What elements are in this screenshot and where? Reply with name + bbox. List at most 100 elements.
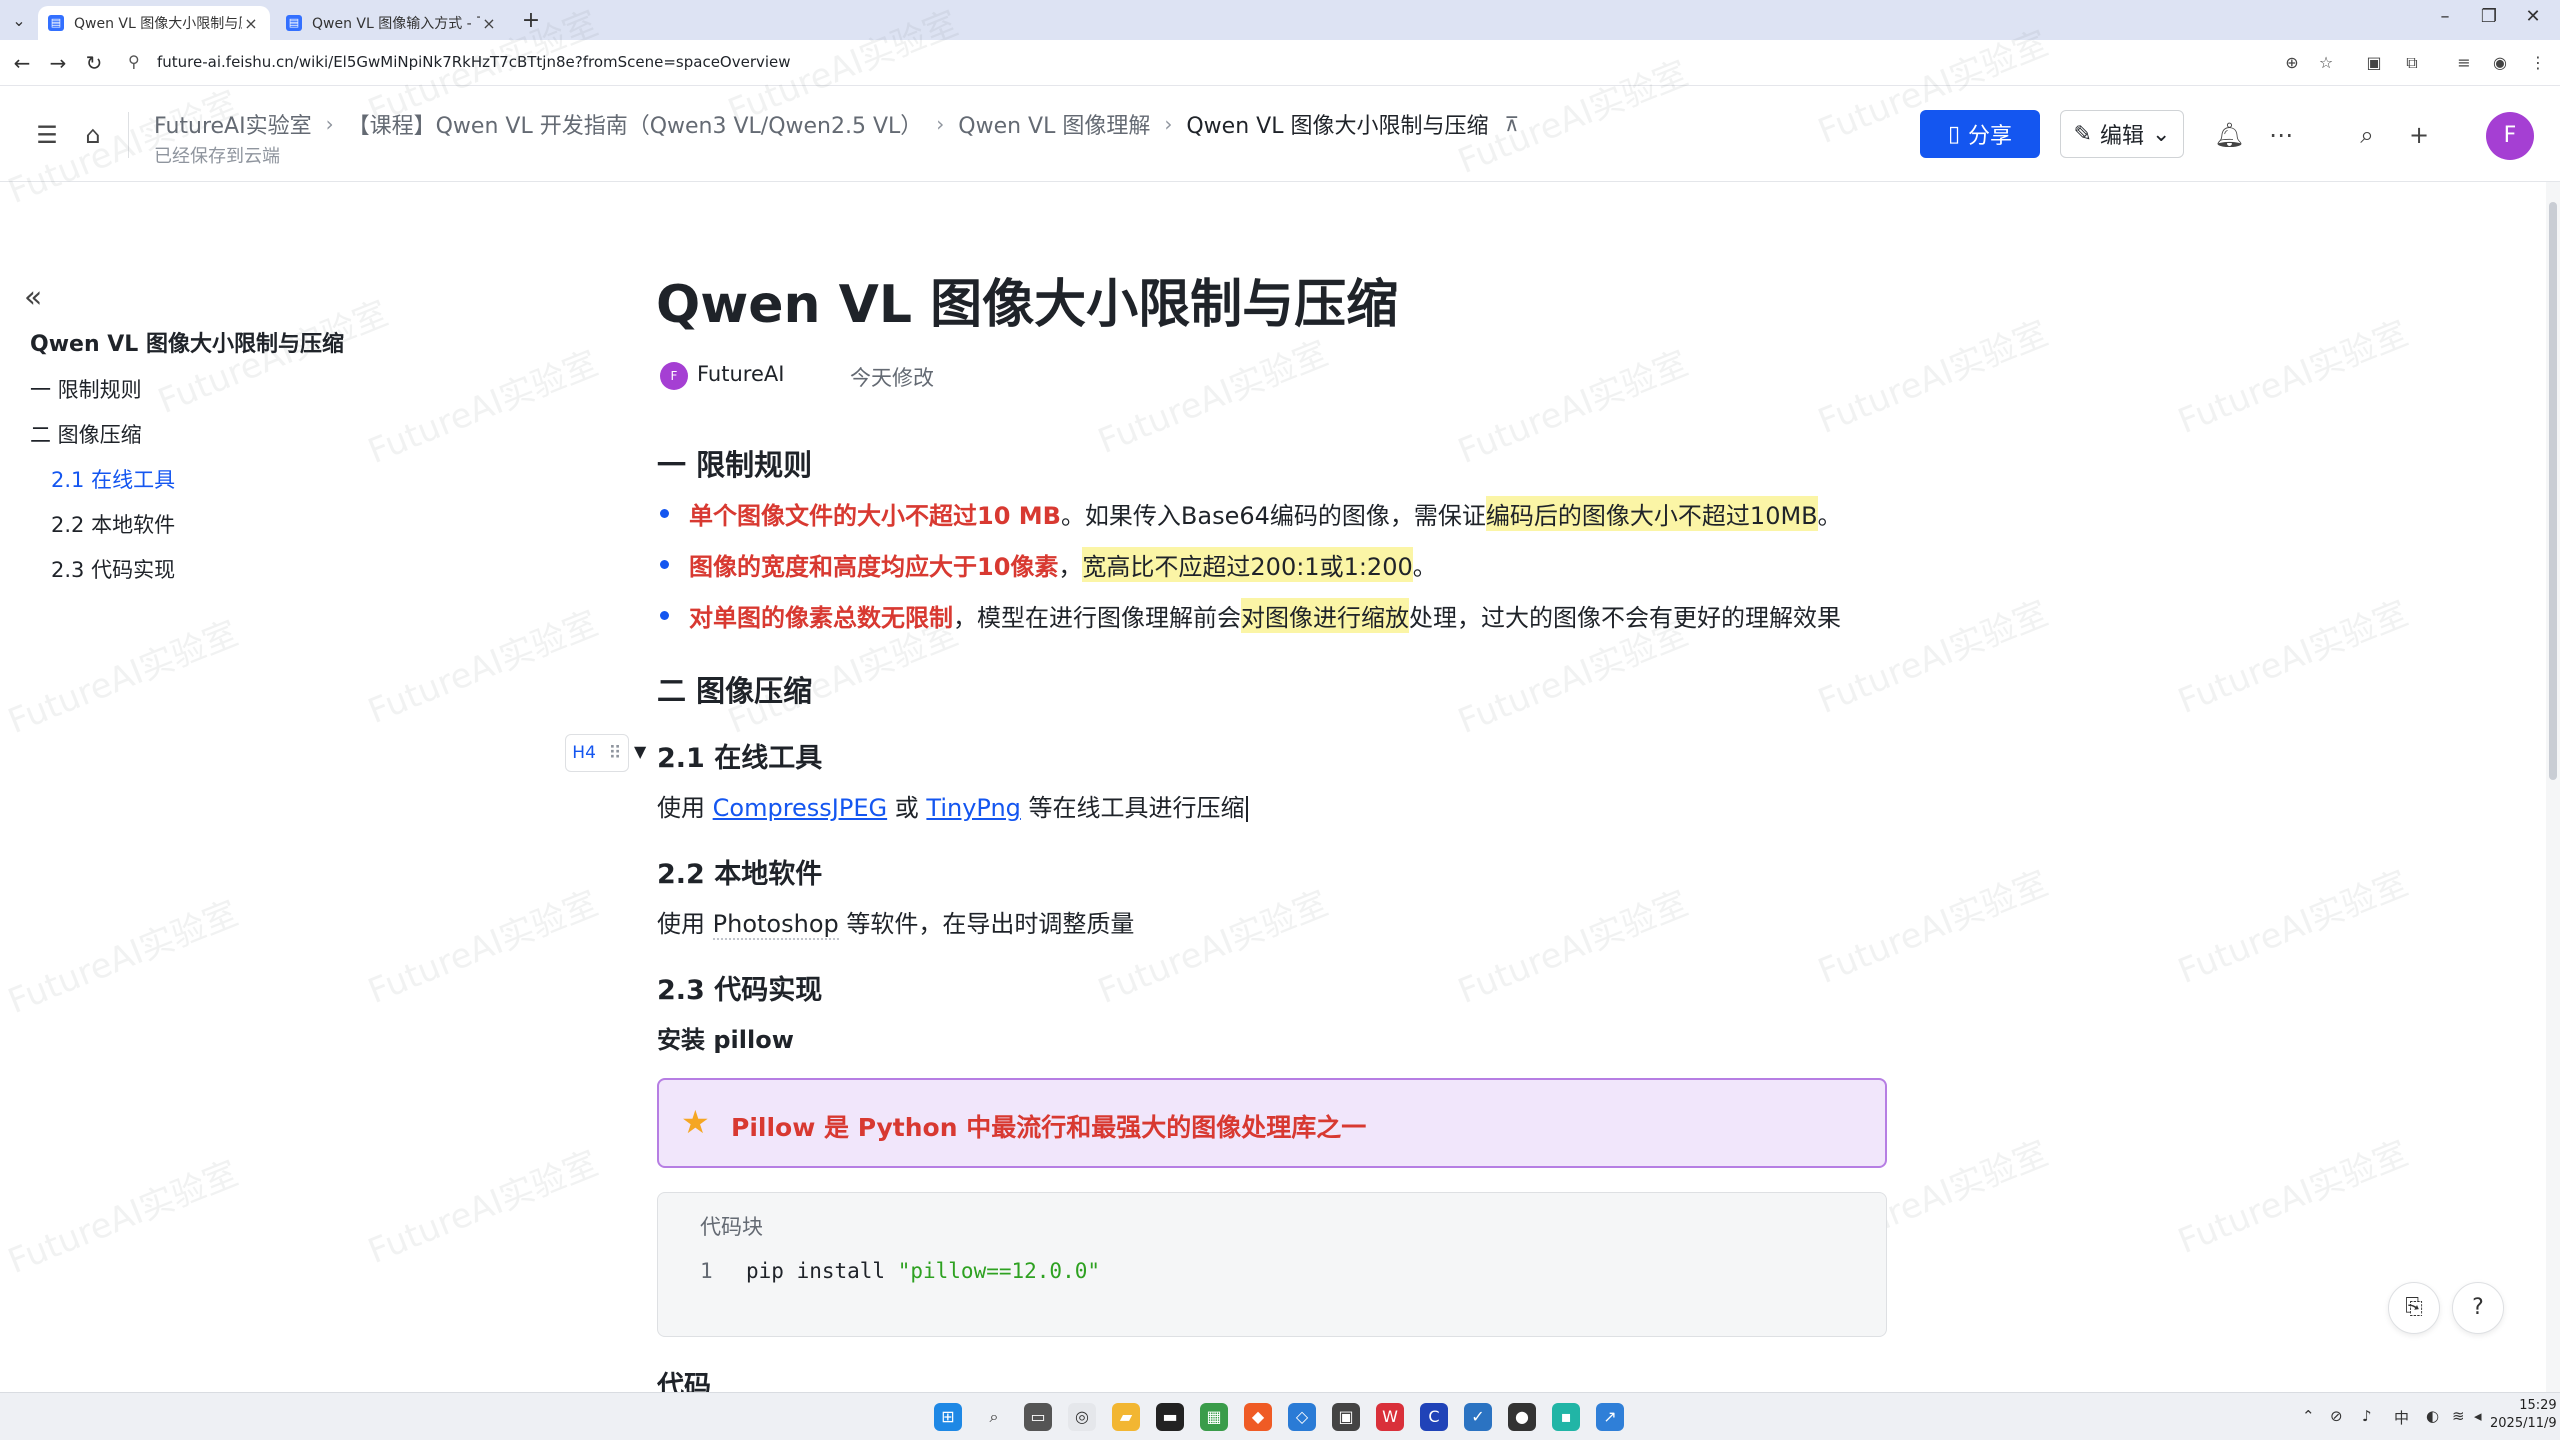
chevron-right-icon: › [936, 112, 945, 136]
app-dot-icon[interactable]: ● [1508, 1403, 1536, 1431]
window-close-icon[interactable]: ✕ [2518, 6, 2548, 27]
block-handle[interactable]: H4 ⠿ [565, 734, 629, 772]
bullet-icon [660, 611, 669, 620]
back-icon[interactable]: ← [8, 49, 36, 77]
tab-close-icon[interactable]: × [480, 14, 498, 33]
author-name[interactable]: FutureAI [697, 362, 784, 386]
tab-close-icon[interactable]: × [242, 14, 260, 33]
search-icon[interactable]: ⌕ [2352, 120, 2382, 150]
doc-info-icon[interactable]: ⎘ [2388, 1282, 2440, 1334]
windows-start-icon[interactable]: ⊞ [934, 1403, 962, 1431]
taskbar-search-icon[interactable]: ⌕ [980, 1403, 1008, 1431]
collapse-outline-icon[interactable]: « [24, 280, 42, 315]
forward-icon[interactable]: → [44, 49, 72, 77]
wifi-icon[interactable]: ≋ [2452, 1407, 2465, 1425]
media-icon[interactable]: ≡ [2452, 51, 2476, 75]
outline-item[interactable]: 2.3 代码实现 [51, 554, 175, 584]
list-item[interactable]: 对单图的像素总数无限制 ，模型在进行图像理解前会 对图像进行缩放 处理，过大的图… [660, 598, 1841, 633]
heading-online-tools[interactable]: 2.1 在线工具 [657, 736, 822, 775]
compressjpeg-link[interactable]: CompressJPEG [713, 794, 887, 822]
page-title[interactable]: Qwen VL 图像大小限制与压缩 [656, 262, 1398, 337]
input-mode-icon[interactable]: ◐ [2426, 1407, 2439, 1425]
outline-title[interactable]: Qwen VL 图像大小限制与压缩 [30, 326, 344, 358]
toggle-sidebar-icon[interactable]: ☰ [32, 120, 62, 150]
app-c-icon[interactable]: C [1420, 1403, 1448, 1431]
list-item[interactable]: 单个图像文件的大小不超过10 MB 。如果传入Base64编码的图像，需保证 编… [660, 496, 1842, 531]
code-block[interactable]: 代码块 1 pip install "pillow==12.0.0" [657, 1192, 1887, 1337]
tinypng-link[interactable]: TinyPng [926, 794, 1021, 822]
chevron-down-icon: ⌄ [2152, 121, 2171, 147]
star-icon[interactable]: ★ [681, 1106, 710, 1138]
outline-item[interactable]: 一 限制规则 [30, 374, 142, 404]
extension-icon[interactable]: ▣ [2362, 51, 2386, 75]
paragraph[interactable]: 使用 Photoshop 等软件，在导出时调整质量 [657, 904, 1134, 940]
heading-local-software[interactable]: 2.2 本地软件 [657, 852, 822, 891]
outline-item[interactable]: 二 图像压缩 [30, 419, 142, 449]
site-info-icon[interactable]: ⚲ [128, 52, 140, 71]
tray-app-icon[interactable]: ⊘ [2330, 1407, 2343, 1425]
watermark: FutureAI实验室 [362, 883, 604, 1012]
watermark: FutureAI实验室 [2172, 1133, 2414, 1262]
pin-icon[interactable]: ⊼ [1504, 112, 1519, 136]
address-bar[interactable]: future-ai.feishu.cn/wiki/El5GwMiNpiNk7Rk… [157, 53, 791, 71]
author-avatar[interactable]: F [660, 362, 688, 390]
wechat-icon[interactable]: ▣ [1332, 1403, 1360, 1431]
profile-icon[interactable]: ◉ [2488, 51, 2512, 75]
zoom-icon[interactable]: ⊕ [2280, 51, 2304, 75]
system-clock[interactable]: 15:29 2025/11/9 [2490, 1397, 2557, 1433]
code-line[interactable]: pip install "pillow==12.0.0" [746, 1259, 1100, 1283]
more-icon[interactable]: ⋯ [2266, 120, 2296, 150]
minimize-icon[interactable]: – [2430, 6, 2460, 27]
callout-block[interactable]: ★ Pillow 是 Python 中最流行和最强大的图像处理库之一 [657, 1078, 1887, 1168]
restore-icon[interactable]: ❐ [2474, 6, 2504, 27]
paragraph[interactable]: 使用 CompressJPEG 或 TinyPng 等在线工具进行压缩 [657, 788, 1248, 823]
edit-mode-button[interactable]: ✎ 编辑 ⌄ [2060, 110, 2184, 158]
tray-chevron-icon[interactable]: ⌃ [2302, 1407, 2315, 1425]
terminal-icon[interactable]: ▬ [1156, 1403, 1184, 1431]
app-arrow-icon[interactable]: ↗ [1596, 1403, 1624, 1431]
postman-icon[interactable]: ◆ [1244, 1403, 1272, 1431]
breadcrumb-item[interactable]: 【课程】Qwen VL 开发指南（Qwen3 VL/Qwen2.5 VL） [348, 108, 923, 140]
bell-icon[interactable]: 🔔︎ [2214, 120, 2244, 150]
volume-icon[interactable]: ◂ [2474, 1407, 2482, 1425]
breadcrumb-item[interactable]: Qwen VL 图像理解 [958, 108, 1150, 140]
microphone-icon[interactable]: ♪ [2362, 1407, 2372, 1425]
heading-code[interactable]: 2.3 代码实现 [657, 968, 822, 1007]
browser-menu-icon[interactable]: ⋮ [2526, 51, 2550, 75]
fold-triangle-icon[interactable]: ▼ [634, 742, 646, 761]
heading-section-1[interactable]: 一 限制规则 [657, 442, 812, 484]
paragraph-text: 等在线工具进行压缩 [1020, 794, 1245, 822]
wps-icon[interactable]: W [1376, 1403, 1404, 1431]
ime-indicator[interactable]: 中 [2394, 1407, 2409, 1428]
bookmark-star-icon[interactable]: ☆ [2314, 51, 2338, 75]
heading-section-2[interactable]: 二 图像压缩 [657, 668, 812, 710]
tab-title: Qwen VL 图像大小限制与压缩 [74, 16, 242, 32]
share-button[interactable]: ▯ 分享 [1920, 110, 2040, 158]
new-tab-button[interactable]: + [518, 8, 544, 33]
task-view-icon[interactable]: ▭ [1024, 1403, 1052, 1431]
app-v-icon[interactable]: ✓ [1464, 1403, 1492, 1431]
drag-handle-icon[interactable]: ⠿ [609, 743, 622, 764]
breadcrumb-item[interactable]: FutureAI实验室 [154, 108, 312, 140]
list-text: 。如果传入Base64编码的图像，需保证 [1060, 502, 1486, 530]
heading-install-pillow[interactable]: 安装 pillow [657, 1020, 794, 1055]
add-icon[interactable]: + [2404, 120, 2434, 150]
file-explorer-icon[interactable]: ▰ [1112, 1403, 1140, 1431]
list-item[interactable]: 图像的宽度和高度均应大于10像素 ， 宽高比不应超过200:1或1:200 。 [660, 547, 1437, 582]
chrome-icon[interactable]: ◎ [1068, 1403, 1096, 1431]
reload-icon[interactable]: ↻ [80, 49, 108, 77]
pycharm-icon[interactable]: ▪ [1552, 1403, 1580, 1431]
home-icon[interactable]: ⌂ [78, 120, 108, 150]
help-icon[interactable]: ? [2452, 1282, 2504, 1334]
browser-tab[interactable]: ▤ Qwen VL 图像输入方式 - 飞书 × [276, 6, 508, 40]
share-icon: ▯ [1947, 121, 1961, 147]
scrollbar-thumb[interactable] [2549, 202, 2557, 780]
outline-item-active[interactable]: 2.1 在线工具 [51, 464, 175, 494]
browser-tab-active[interactable]: ▤ Qwen VL 图像大小限制与压缩 × [38, 6, 270, 40]
outline-item[interactable]: 2.2 本地软件 [51, 509, 175, 539]
tab-search-icon[interactable]: ⌄ [6, 8, 32, 34]
vscode-icon[interactable]: ◇ [1288, 1403, 1316, 1431]
avatar[interactable]: F [2486, 112, 2534, 160]
spreadsheet-icon[interactable]: ▦ [1200, 1403, 1228, 1431]
extensions-puzzle-icon[interactable]: ⧉ [2400, 51, 2424, 75]
